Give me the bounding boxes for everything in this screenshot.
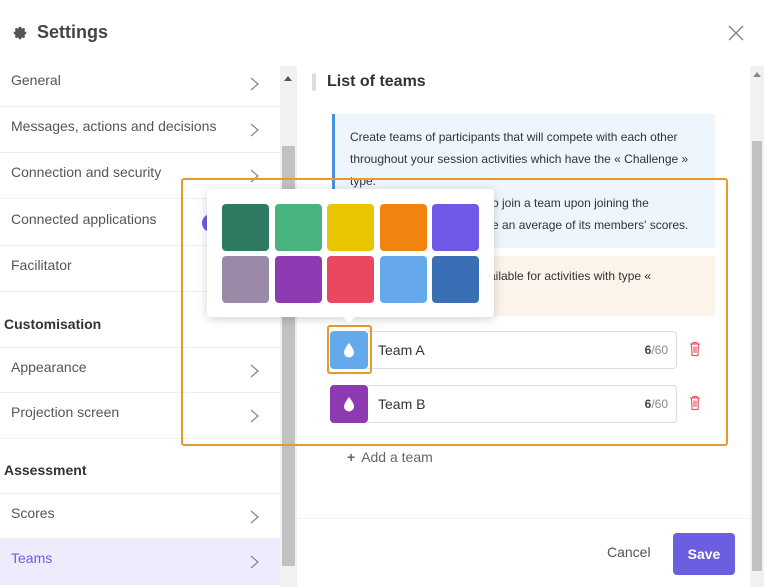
section-heading-assessment: Assessment: [4, 462, 87, 478]
sidebar-item-label: Connection and security: [11, 164, 162, 180]
chevron-right-icon: [250, 123, 259, 137]
sidebar-item-teams[interactable]: Teams: [0, 539, 280, 585]
sidebar-scrollbar[interactable]: [280, 66, 297, 587]
trash-icon[interactable]: [689, 395, 701, 411]
add-team-label: Add a team: [361, 449, 433, 465]
sidebar-item-label: Appearance: [11, 359, 87, 375]
color-option[interactable]: [275, 204, 322, 251]
trash-icon[interactable]: [689, 341, 701, 357]
main-scrollbar[interactable]: [750, 66, 764, 587]
team-row: Team B 6/60: [330, 385, 700, 423]
chevron-right-icon: [250, 364, 259, 378]
add-team-button[interactable]: + Add a team: [347, 449, 433, 465]
sidebar-item-label: Scores: [11, 505, 55, 521]
modal-header: Settings: [0, 0, 764, 66]
popover-arrow: [343, 317, 355, 323]
color-option[interactable]: [327, 256, 374, 303]
team-name-input[interactable]: Team A 6/60: [368, 331, 677, 369]
sidebar-item-projection[interactable]: Projection screen: [0, 393, 280, 439]
sidebar-item-messages[interactable]: Messages, actions and decisions: [0, 107, 280, 153]
gear-icon: [13, 26, 27, 40]
divider: [297, 518, 750, 519]
color-option[interactable]: [380, 256, 427, 303]
sidebar-item-general[interactable]: General: [0, 66, 280, 107]
scroll-up-arrow-icon[interactable]: [284, 76, 292, 81]
scrollbar-thumb[interactable]: [752, 141, 762, 571]
sidebar-item-label: Connected applications: [11, 211, 157, 227]
char-counter: 6/60: [645, 397, 668, 411]
settings-sidebar: General Messages, actions and decisions …: [0, 66, 280, 587]
sidebar-item-appearance[interactable]: Appearance: [0, 347, 280, 393]
save-button[interactable]: Save: [673, 533, 735, 575]
color-option[interactable]: [432, 204, 479, 251]
info-text: Create teams of participants that will c…: [350, 130, 678, 144]
color-option[interactable]: [222, 256, 269, 303]
team-row: Team A 6/60: [330, 331, 700, 369]
close-icon[interactable]: [726, 23, 746, 43]
chevron-right-icon: [250, 555, 259, 569]
sidebar-item-label: General: [11, 72, 61, 88]
color-option[interactable]: [380, 204, 427, 251]
color-option[interactable]: [275, 256, 322, 303]
sidebar-item-label: Facilitator: [11, 257, 72, 273]
sidebar-item-scores[interactable]: Scores: [0, 493, 280, 539]
chevron-right-icon: [250, 169, 259, 183]
info-text: throughout your session activities which…: [350, 152, 689, 166]
team-color-button[interactable]: [330, 385, 368, 423]
team-name-input[interactable]: Team B 6/60: [368, 385, 677, 423]
sidebar-item-label: Teams: [11, 550, 53, 566]
team-name: Team B: [378, 396, 426, 412]
sidebar-item-label: Messages, actions and decisions: [11, 118, 217, 134]
color-option[interactable]: [327, 204, 374, 251]
droplet-icon: [344, 397, 354, 412]
char-max: /60: [651, 397, 668, 411]
team-name: Team A: [378, 342, 425, 358]
selected-color-highlight: [327, 325, 372, 374]
cancel-button[interactable]: Cancel: [607, 544, 651, 560]
section-heading-customisation: Customisation: [4, 316, 102, 332]
color-option[interactable]: [432, 256, 479, 303]
chevron-right-icon: [250, 409, 259, 423]
char-max: /60: [651, 343, 668, 357]
scroll-up-arrow-icon[interactable]: [753, 72, 761, 77]
modal-title: Settings: [37, 22, 109, 42]
chevron-right-icon: [250, 77, 259, 91]
sidebar-item-label: Projection screen: [11, 404, 120, 420]
color-picker-popover: [207, 189, 494, 323]
section-marker: [312, 73, 316, 91]
plus-icon: +: [347, 449, 356, 465]
char-counter: 6/60: [645, 343, 668, 357]
chevron-right-icon: [250, 510, 259, 524]
section-title: List of teams: [327, 73, 426, 90]
color-option[interactable]: [222, 204, 269, 251]
main-panel: List of teams Create teams of participan…: [297, 66, 750, 587]
